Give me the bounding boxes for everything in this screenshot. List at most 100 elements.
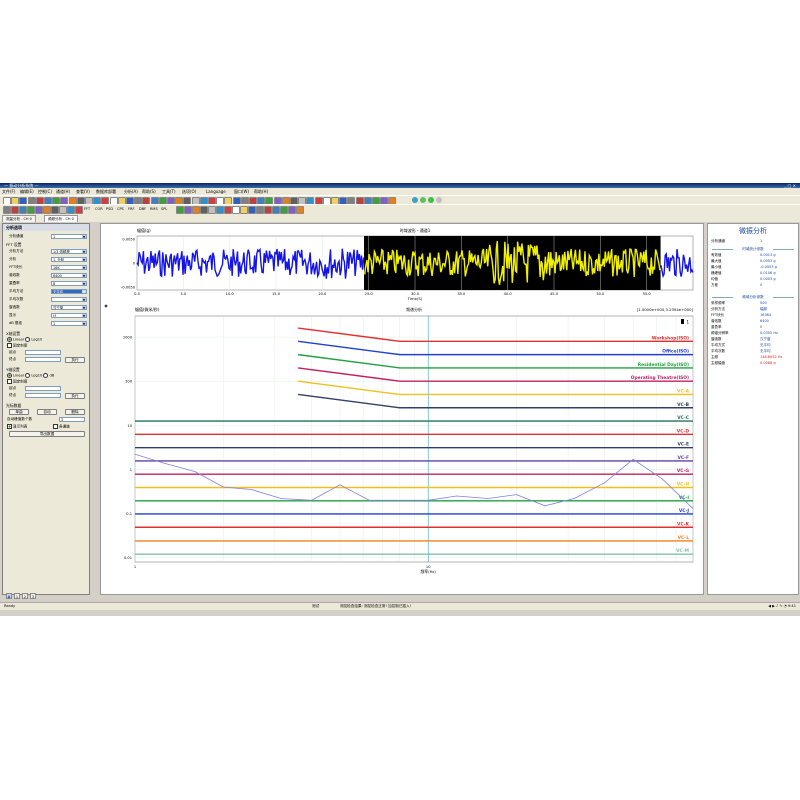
x-start-input[interactable] bbox=[25, 350, 61, 355]
peak-count-input[interactable]: 3 bbox=[59, 417, 85, 422]
time-waveform-chart[interactable]: 时域波形 - 通道1 幅值(g) 0.0050 0 -0.0050 0.0 5.0 10.0 1… bbox=[101, 224, 703, 302]
toolbar-button[interactable] bbox=[288, 206, 296, 214]
option-select[interactable]: 计 ▼ bbox=[51, 313, 87, 318]
multi-channel-option[interactable]: 各通道 bbox=[53, 424, 70, 430]
sheet-tab-a[interactable]: A bbox=[6, 593, 12, 599]
y-start-input[interactable] bbox=[25, 386, 61, 391]
menu-item-13[interactable]: 帮助(H) bbox=[254, 189, 268, 194]
menu-item-12[interactable]: 窗口(W) bbox=[234, 189, 249, 194]
x-apply-button[interactable]: 执行 bbox=[65, 357, 85, 363]
run-control-button[interactable] bbox=[428, 197, 434, 203]
toolbar-button[interactable] bbox=[192, 206, 200, 214]
single-cursor-button[interactable]: 单曲 bbox=[9, 409, 29, 415]
sheet-tab-3[interactable]: 3 bbox=[30, 593, 36, 599]
chevron-down-icon[interactable]: ▼ bbox=[82, 266, 86, 269]
x-fixed-scale[interactable]: 固定刻度 bbox=[7, 343, 27, 349]
toolbar-text-dbf[interactable]: DBF bbox=[139, 207, 146, 211]
run-control-button[interactable] bbox=[436, 197, 442, 203]
radio-log-y[interactable] bbox=[25, 373, 31, 378]
menu-item-1[interactable]: 文件(F) bbox=[2, 189, 15, 194]
menu-item-5[interactable]: 查看(V) bbox=[76, 189, 90, 194]
chevron-down-icon[interactable]: ▼ bbox=[82, 282, 86, 285]
menu-item-6[interactable]: 数据库部署 bbox=[96, 189, 116, 194]
chevron-down-icon[interactable]: ▼ bbox=[82, 235, 86, 238]
toolbar-text-psd[interactable]: PSD bbox=[106, 207, 113, 211]
toolbar-button[interactable] bbox=[256, 206, 264, 214]
settings-dot-icon[interactable] bbox=[104, 304, 108, 308]
option-select[interactable]: 1 ▼ bbox=[51, 234, 87, 239]
option-select[interactable]: 6400 ▼ bbox=[51, 273, 87, 278]
y-end-input[interactable] bbox=[25, 393, 61, 398]
toolbar-button[interactable] bbox=[51, 206, 59, 214]
toolbar-button[interactable] bbox=[272, 206, 280, 214]
menu-item-7[interactable]: 分析(A) bbox=[124, 189, 138, 194]
menu-item-11[interactable]: Language bbox=[206, 189, 226, 194]
toolbar-button[interactable] bbox=[35, 206, 43, 214]
y-fixed-scale[interactable]: 固定刻度 bbox=[7, 379, 27, 385]
toolbar-button[interactable] bbox=[19, 206, 27, 214]
chevron-down-icon[interactable]: ▼ bbox=[82, 250, 86, 253]
option-select[interactable]: 1 ▼ bbox=[51, 321, 87, 326]
sheet-tab-1[interactable]: 1 bbox=[14, 593, 20, 599]
toolbar-button[interactable] bbox=[200, 206, 208, 214]
toolbar-button[interactable] bbox=[248, 206, 256, 214]
option-select[interactable]: 8 ▼ bbox=[51, 281, 87, 286]
x-end-input[interactable] bbox=[25, 357, 61, 362]
chevron-down-icon[interactable]: ▼ bbox=[82, 258, 86, 261]
menu-item-9[interactable]: 工具(T) bbox=[162, 189, 176, 194]
menu-item-10[interactable]: 选项(O) bbox=[182, 189, 196, 194]
toolbar-button[interactable] bbox=[59, 206, 67, 214]
sheet-tab-2[interactable]: 2 bbox=[22, 593, 28, 599]
toolbar-button[interactable] bbox=[208, 206, 216, 214]
chevron-down-icon[interactable]: ▼ bbox=[82, 274, 86, 277]
toolbar-button[interactable] bbox=[296, 206, 304, 214]
menu-item-3[interactable]: 控制(C) bbox=[38, 189, 52, 194]
checkbox-icon[interactable] bbox=[53, 424, 58, 429]
auto-cursor-button[interactable]: 自动 bbox=[37, 409, 57, 415]
toolbar-button[interactable] bbox=[216, 206, 224, 214]
radio-linear-x[interactable] bbox=[7, 337, 12, 342]
toolbar-button[interactable] bbox=[75, 206, 83, 214]
menu-item-2[interactable]: 编辑(E) bbox=[20, 189, 34, 194]
toolbar-button[interactable] bbox=[3, 206, 11, 214]
radio-log-x[interactable] bbox=[25, 337, 31, 342]
show-table-option[interactable]: 显示列表 bbox=[7, 424, 27, 430]
toolbar-button[interactable] bbox=[67, 206, 75, 214]
y-apply-button[interactable]: 执行 bbox=[65, 393, 85, 399]
radio-db-y[interactable] bbox=[43, 373, 49, 378]
run-control-button[interactable] bbox=[412, 197, 418, 203]
toolbar-text-rms[interactable]: RMS bbox=[150, 207, 158, 211]
spectrum-chart[interactable]: Workshop(ISO) Office(ISO) Residential Day(… bbox=[101, 302, 703, 594]
toolbar-button[interactable] bbox=[232, 206, 240, 214]
option-select[interactable]: 无平均 ▼ bbox=[51, 289, 87, 294]
toolbar-button[interactable] bbox=[176, 206, 184, 214]
checkbox-icon[interactable] bbox=[7, 379, 12, 384]
delete-cursor-button[interactable]: 删除 bbox=[65, 409, 85, 415]
run-control-button[interactable] bbox=[420, 197, 426, 203]
system-tray[interactable]: ◀ ▶ ♪ ✎ ◔ 9:41 bbox=[768, 604, 796, 609]
menu-item-8[interactable]: 帮助(S) bbox=[142, 189, 156, 194]
checkbox-checked-icon[interactable] bbox=[7, 424, 12, 429]
toolbar-text-spl[interactable]: SPL bbox=[161, 207, 167, 211]
chevron-down-icon[interactable]: ▼ bbox=[82, 290, 86, 293]
toolbar-button[interactable] bbox=[280, 206, 288, 214]
toolbar-button[interactable] bbox=[184, 206, 192, 214]
toolbar-button[interactable] bbox=[240, 206, 248, 214]
option-select[interactable]: ▼ bbox=[51, 297, 87, 302]
toolbar-text-fft[interactable]: FFT bbox=[84, 207, 90, 211]
toolbar-text-cps[interactable]: CPS bbox=[117, 207, 124, 211]
chevron-down-icon[interactable]: ▼ bbox=[82, 314, 86, 317]
toolbar-button[interactable] bbox=[224, 206, 232, 214]
toolbar-button[interactable] bbox=[11, 206, 19, 214]
toolbar-button[interactable] bbox=[264, 206, 272, 214]
chevron-down-icon[interactable]: ▼ bbox=[82, 322, 86, 325]
tab-spectrum[interactable]: 频频分析 - CH 0 bbox=[44, 215, 78, 222]
menu-item-4[interactable]: 通道(H) bbox=[56, 189, 70, 194]
toolbar-text-frf[interactable]: FRF bbox=[128, 207, 134, 211]
option-select[interactable]: 汉宁窗 ▼ bbox=[51, 305, 87, 310]
tab-measure[interactable]: 测量分析 - CH 0 bbox=[2, 215, 36, 222]
option-select[interactable]: 1. 分析 ▼ bbox=[51, 257, 87, 262]
chevron-down-icon[interactable]: ▼ bbox=[82, 298, 86, 301]
option-select[interactable]: 1/3 倍频程 ▼ bbox=[51, 249, 87, 254]
chevron-down-icon[interactable]: ▼ bbox=[82, 306, 86, 309]
